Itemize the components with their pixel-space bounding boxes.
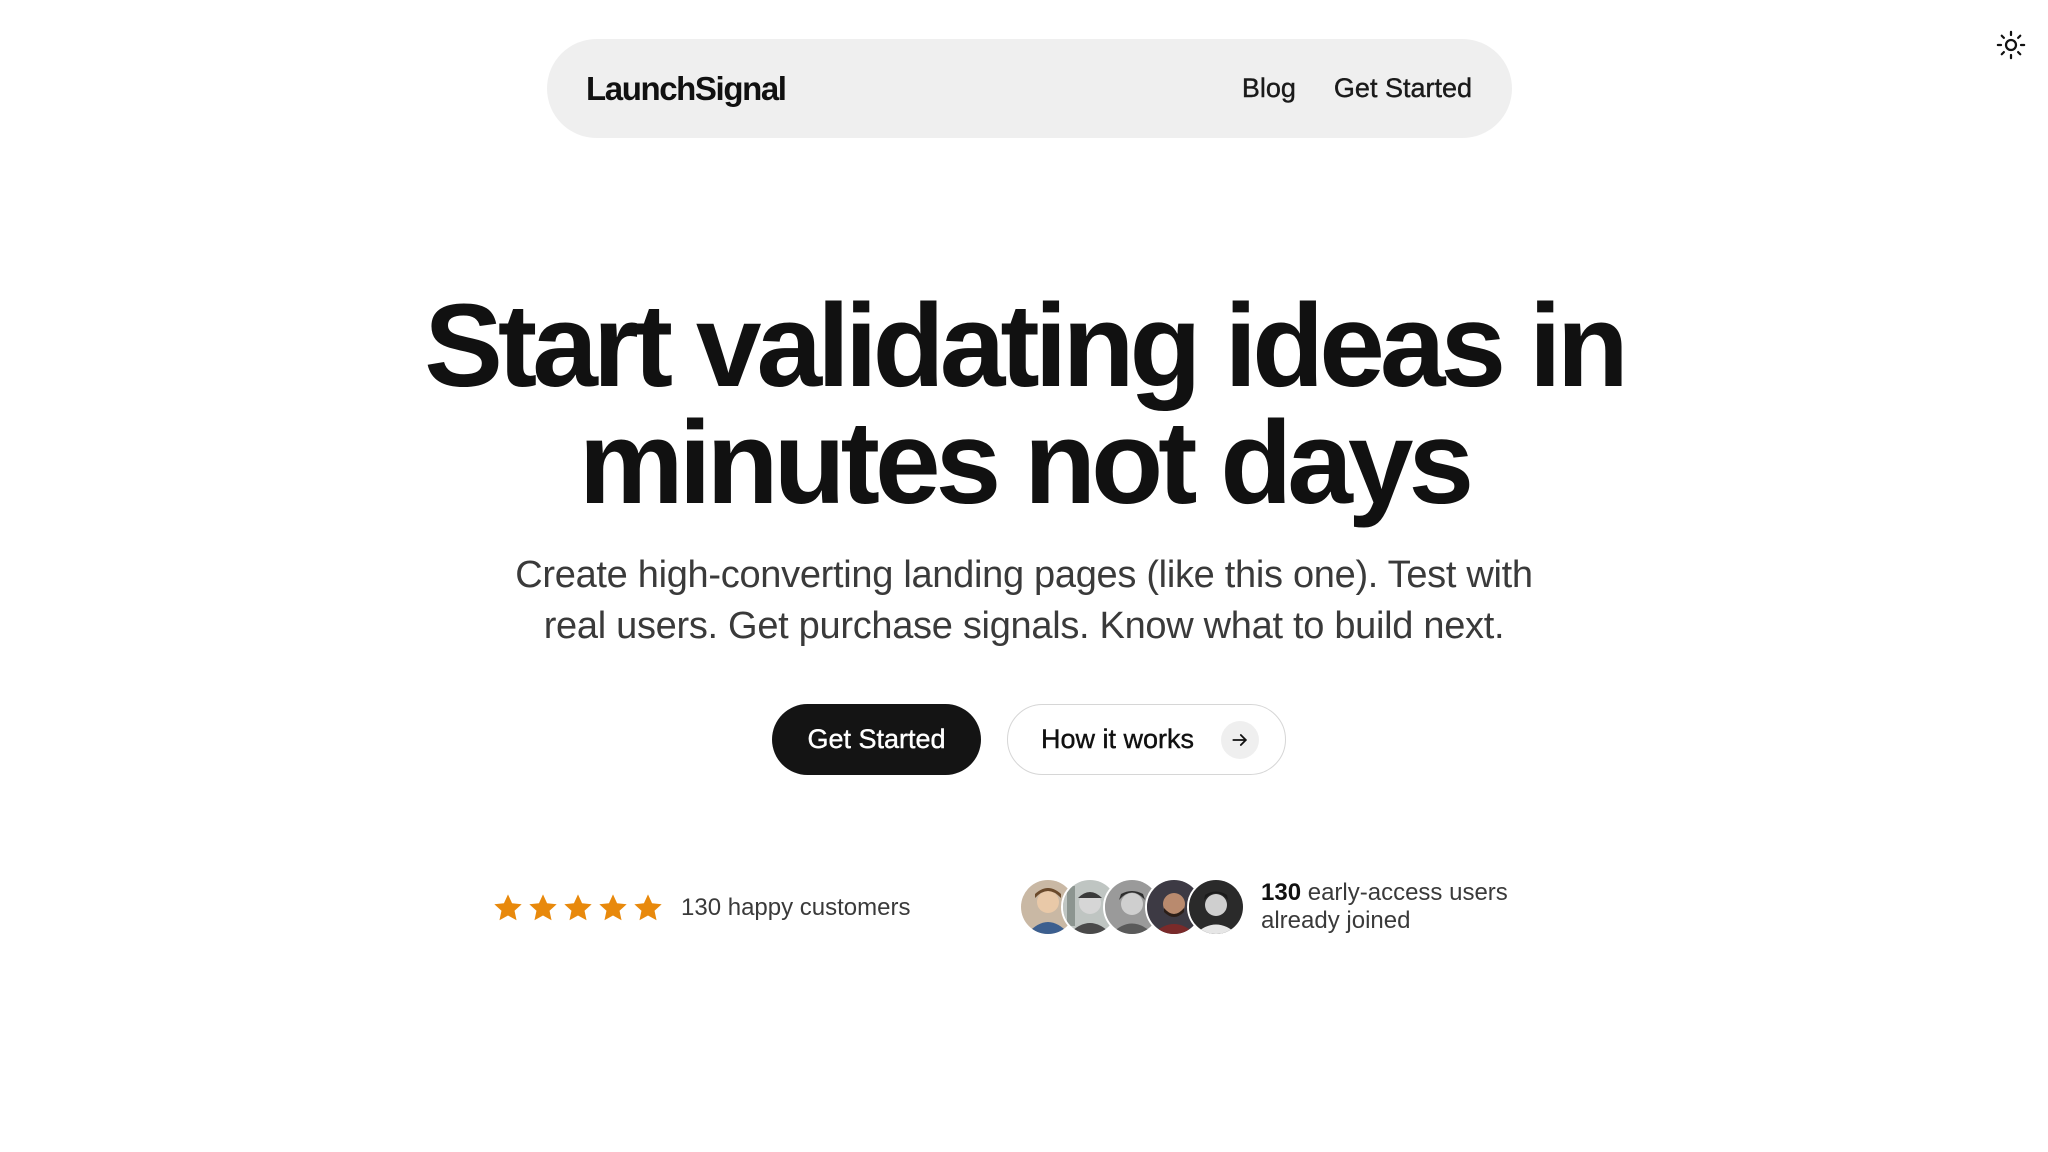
get-started-button[interactable]: Get Started — [772, 704, 981, 775]
theme-toggle-button[interactable] — [1995, 29, 2027, 61]
arrow-right-icon — [1221, 720, 1259, 759]
already-joined-label: already joined — [1261, 907, 1411, 934]
hero-subtitle-line-2: real users. Get purchase signals. Know w… — [543, 605, 1505, 647]
hero-title-line-2: minutes not days — [578, 397, 1474, 529]
early-access-count: 130 — [1261, 879, 1302, 906]
hero-title: Start validating ideas in minutes not da… — [224, 280, 1824, 529]
hero-subtitle-line-1: Create high-converting landing pages (li… — [515, 554, 1533, 596]
early-access-summary: 130 early-access users already joined — [1019, 878, 1508, 936]
early-access-line-1: 130 early-access users — [1261, 879, 1508, 907]
nav-link-blog[interactable]: Blog — [1242, 73, 1296, 104]
avatar-stack — [1019, 878, 1245, 936]
nav-links: Blog Get Started — [1242, 73, 1473, 104]
star-icon — [529, 894, 557, 921]
rating-summary: 130 happy customers — [492, 888, 910, 928]
rating-text: 130 happy customers — [681, 894, 910, 922]
nav-link-get-started[interactable]: Get Started — [1334, 73, 1472, 104]
early-access-label: early-access users — [1307, 879, 1508, 906]
hero-title-line-1: Start validating ideas in — [424, 280, 1629, 412]
brand-logo[interactable]: LaunchSignal — [586, 70, 787, 108]
star-icon — [494, 894, 522, 921]
star-icon — [599, 894, 627, 921]
sun-icon — [1996, 30, 2026, 60]
how-it-works-label: How it works — [1041, 724, 1195, 754]
star-icon — [634, 894, 662, 921]
early-access-text: 130 early-access users already joined — [1261, 879, 1508, 935]
avatar — [1187, 878, 1245, 936]
happy-customers-count: 130 — [681, 894, 722, 921]
star-rating — [492, 892, 664, 924]
how-it-works-button[interactable]: How it works — [1007, 704, 1286, 775]
star-icon — [564, 894, 592, 921]
happy-customers-label: happy customers — [727, 894, 911, 921]
navbar: LaunchSignal Blog Get Started — [547, 39, 1512, 138]
hero-subtitle: Create high-converting landing pages (li… — [424, 550, 1624, 652]
